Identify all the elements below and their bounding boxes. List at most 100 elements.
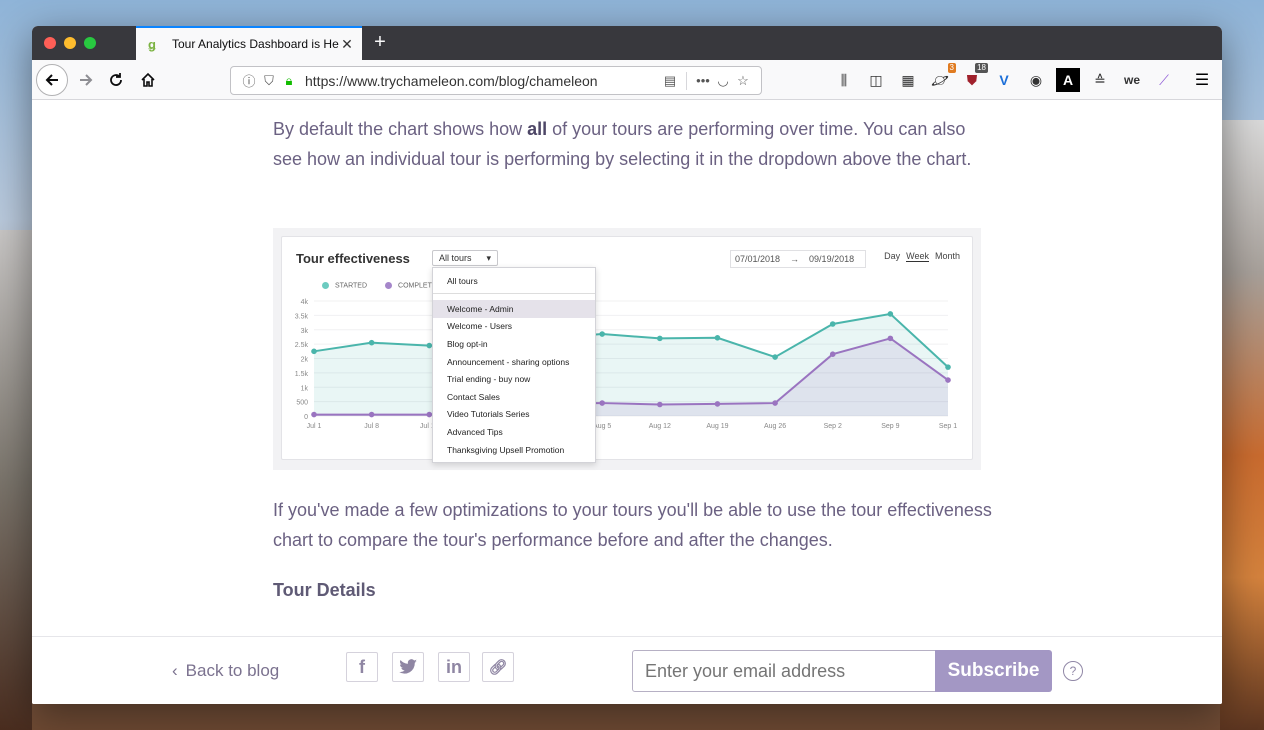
back-button[interactable] (36, 64, 68, 96)
email-field[interactable] (632, 650, 936, 692)
date-range[interactable]: 07/01/2018 → 09/19/2018 (730, 250, 866, 268)
dropdown-item[interactable]: All tours (433, 268, 595, 294)
x-tick-label: Jul 8 (364, 423, 379, 430)
extension-stack-icon[interactable]: ≙ (1088, 68, 1112, 92)
twitter-icon[interactable] (392, 652, 424, 682)
x-tick-label: Jul 1 (307, 423, 322, 430)
dropdown-item[interactable]: Blog opt-in (433, 335, 595, 353)
range-day[interactable]: Day (884, 251, 900, 262)
range-month[interactable]: Month (935, 251, 960, 262)
sticky-footer: ‹ Back to blog f in 🔗︎ Subscribe ? (32, 636, 1222, 704)
navigation-bar: ⓘ ⛉ 🔒︎ https://www.trychameleon.com/blog… (32, 60, 1222, 100)
dropdown-item[interactable]: Welcome - Admin (433, 300, 595, 318)
facebook-icon[interactable]: f (346, 652, 378, 682)
data-point (368, 339, 375, 346)
date-to: 09/19/2018 (809, 254, 855, 264)
back-label: Back to blog (185, 661, 280, 680)
data-point (714, 401, 721, 407)
extension-we-icon[interactable]: we (1120, 68, 1144, 92)
range-week[interactable]: Week (906, 251, 929, 262)
tab-title: Tour Analytics Dashboard is He (172, 37, 339, 51)
emphasis-text: all (527, 119, 548, 139)
toolbar-extensions: ⫼ ◫ ▦ 🪐︎ 3 ⛊ 18 V ◉ A ≙ we ⟋ (832, 63, 1176, 92)
article-paragraph: If you've made a few optimizations to yo… (273, 500, 992, 550)
minimize-window-button[interactable] (64, 37, 76, 49)
notes-icon[interactable]: ▦ (896, 68, 920, 92)
lock-icon[interactable]: 🔒︎ (279, 73, 299, 89)
url-divider (686, 71, 687, 90)
extension-a-icon[interactable]: A (1056, 68, 1080, 92)
date-from: 07/01/2018 (735, 254, 781, 264)
chameleon-favicon-icon: ǥ (148, 36, 156, 52)
extension-feather-icon[interactable]: ⟋ (1152, 68, 1176, 92)
reload-button[interactable] (102, 66, 130, 94)
dropdown-item[interactable]: Video Tutorials Series (433, 406, 595, 424)
maximize-window-button[interactable] (84, 37, 96, 49)
article-paragraph: By default the chart shows how all of yo… (273, 114, 993, 174)
dropdown-item[interactable]: Welcome - Users (433, 318, 595, 336)
hamburger-menu-icon[interactable]: ☰ (1190, 68, 1214, 92)
home-button[interactable] (134, 66, 162, 94)
library-icon[interactable]: ⫼ (832, 68, 856, 92)
extension-saturn-icon[interactable]: 🪐︎ 3 (928, 63, 956, 92)
bookmark-star-icon[interactable]: ☆ (733, 73, 753, 89)
url-text[interactable]: https://www.trychameleon.com/blog/chamel… (305, 73, 660, 89)
data-point (368, 411, 375, 418)
data-point (887, 311, 894, 317)
arrow-right-icon: → (790, 254, 800, 264)
linkedin-icon[interactable]: in (438, 652, 470, 682)
select-value: All tours (439, 253, 472, 263)
sidebar-icon[interactable]: ◫ (864, 68, 888, 92)
chart-screenshot-figure: Tour effectiveness All tours ▾ 07/01/2018… (273, 228, 981, 470)
data-point (772, 354, 778, 360)
close-window-button[interactable] (44, 37, 56, 49)
ublock-shield-icon[interactable]: ⛊ 18 (960, 63, 988, 92)
page-actions-icon[interactable]: ••• (693, 73, 713, 88)
pocket-icon[interactable]: ◡ (713, 73, 733, 89)
dropdown-item[interactable]: Thanksgiving Upsell Promotion (433, 441, 595, 459)
help-icon[interactable]: ? (1063, 661, 1083, 681)
link-icon[interactable]: 🔗︎ (482, 652, 514, 682)
reader-view-icon[interactable]: ▤ (660, 73, 680, 89)
y-tick-label: 500 (296, 400, 308, 407)
data-point (311, 411, 317, 418)
tracking-shield-icon[interactable]: ⛉ (259, 73, 279, 89)
data-point (657, 335, 663, 342)
data-point (311, 348, 317, 355)
dropdown-item[interactable]: Trial ending - buy now (433, 370, 595, 388)
tab-bar: ǥ Tour Analytics Dashboard is He ✕ + (32, 26, 1222, 60)
info-icon[interactable]: ⓘ (239, 71, 259, 90)
data-point (887, 335, 894, 342)
extension-v-icon[interactable]: V (992, 68, 1016, 92)
data-point (772, 400, 778, 406)
paragraph-text: By default the chart shows how (273, 119, 528, 139)
y-tick-label: 1k (301, 385, 309, 392)
extension-circle-icon[interactable]: ◉ (1024, 68, 1048, 92)
data-point (657, 401, 663, 408)
x-tick-label: Aug 26 (764, 423, 786, 430)
data-point (599, 331, 605, 337)
dropdown-item[interactable]: Announcement - sharing options (433, 353, 595, 371)
subscribe-button[interactable]: Subscribe (935, 650, 1052, 692)
dropdown-item[interactable]: Advanced Tips (433, 423, 595, 441)
data-point (945, 364, 951, 370)
forward-button[interactable] (72, 66, 100, 94)
url-bar[interactable]: ⓘ ⛉ 🔒︎ https://www.trychameleon.com/blog… (230, 66, 762, 95)
legend-label: STARTED (335, 282, 368, 290)
y-tick-label: 3.5k (295, 313, 309, 320)
close-tab-icon[interactable]: ✕ (340, 36, 354, 53)
y-tick-label: 3k (301, 328, 309, 335)
y-tick-label: 0 (304, 414, 308, 421)
x-tick-label: Sep 9 (881, 423, 899, 430)
legend-label: COMPLET (398, 282, 432, 290)
new-tab-button[interactable]: + (368, 30, 392, 54)
tours-select[interactable]: All tours ▾ (432, 250, 498, 266)
desktop-background-right (1220, 120, 1264, 730)
data-point (714, 335, 721, 341)
tab-active[interactable]: ǥ Tour Analytics Dashboard is He ✕ (136, 26, 362, 60)
data-point (599, 400, 605, 406)
dropdown-item[interactable]: Contact Sales (433, 388, 595, 406)
back-to-blog-link[interactable]: ‹ Back to blog (172, 661, 279, 681)
x-tick-label: Aug 12 (649, 423, 671, 430)
chevron-left-icon: ‹ (172, 661, 178, 680)
